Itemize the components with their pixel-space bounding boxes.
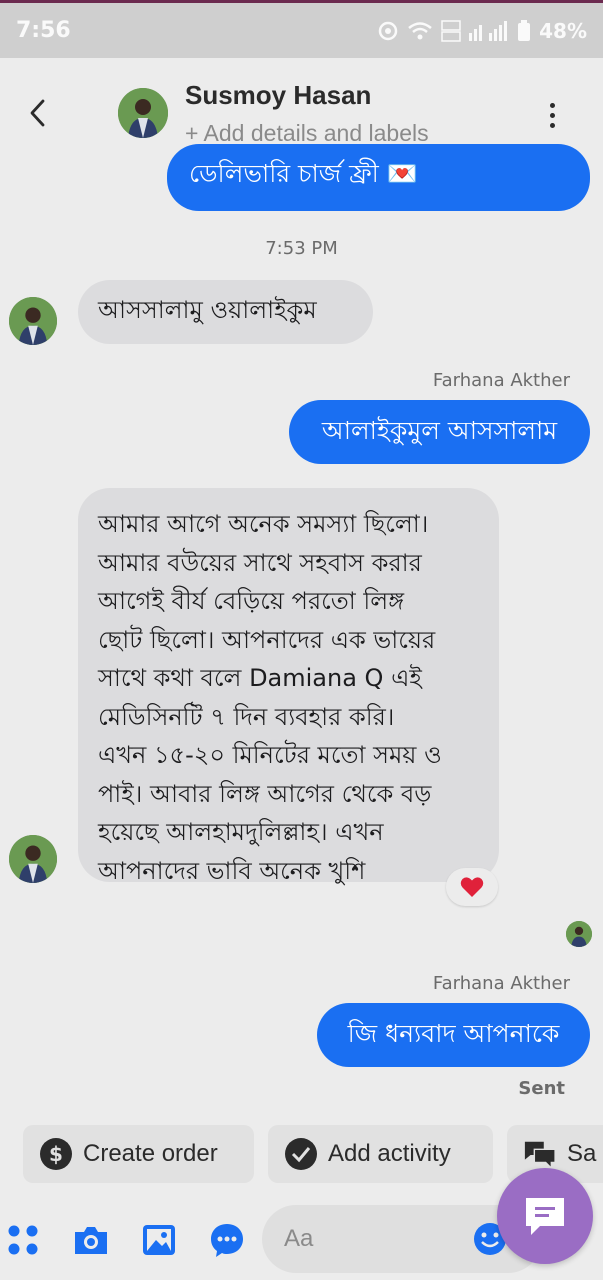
message-line: ছোট ছিলো। আপনাদের এক ভায়ের	[98, 625, 436, 654]
sent-status: Sent	[518, 1078, 565, 1099]
status-icons: 48%	[377, 19, 587, 43]
message-line: পাই। আবার লিঙ্গ আগের থেকে বড়	[98, 779, 432, 808]
signal-icon	[469, 20, 509, 41]
heart-icon	[460, 877, 484, 897]
outgoing-message[interactable]: জি ধন্যবাদ আপনাকে	[317, 1003, 590, 1067]
heart-reaction[interactable]	[446, 868, 498, 906]
message-icon	[526, 1198, 564, 1235]
apps-grid-icon[interactable]	[4, 1221, 42, 1259]
outgoing-message-clipped[interactable]: ডেলিভারি চার্জ ফ্রী 💌	[167, 144, 590, 211]
gallery-icon[interactable]	[140, 1221, 178, 1259]
chip-label: Sa	[567, 1140, 597, 1167]
message-line: আগেই বীর্য বেড়িয়ে পরতো লিঙ্গ	[98, 587, 405, 615]
sender-label: Farhana Akther	[432, 370, 570, 391]
create-order-button[interactable]: $ Create order	[23, 1125, 254, 1183]
sender-avatar[interactable]	[9, 835, 57, 883]
sender-label: Farhana Akther	[432, 973, 570, 994]
check-circle-icon	[284, 1137, 318, 1171]
battery-icon	[517, 19, 531, 42]
dollar-icon: $	[39, 1137, 73, 1171]
status-bar: 7:56 48%	[0, 0, 603, 58]
add-details-link[interactable]: + Add details and labels	[185, 120, 429, 147]
message-line: আমার বউয়ের সাথে সহবাস করার	[98, 548, 422, 577]
message-line: এখন ১৫-২০ মিনিটের মতো সময় ও	[98, 741, 442, 769]
message-text: আসসালামু ওয়ালাইকুম	[98, 296, 317, 324]
more-options-icon[interactable]	[540, 98, 564, 132]
message-line: আমার আগে অনেক সমস্যা ছিলো।	[98, 510, 429, 538]
chip-label: Create order	[83, 1140, 218, 1167]
add-activity-button[interactable]: Add activity	[268, 1125, 493, 1183]
sender-avatar[interactable]	[9, 297, 57, 345]
message-thread: ডেলিভারি চার্জ ফ্রী 💌 7:53 PM আসসালামু ও…	[0, 144, 603, 1118]
message-line: মেডিসিনটি ৭ দিন ব্যবহার করি।	[98, 702, 395, 731]
message-line: হয়েছে আলহামদুলিল্লাহ। এখন	[98, 818, 384, 846]
incoming-message[interactable]: আসসালামু ওয়ালাইকুম	[78, 280, 373, 344]
message-line: আপনাদের ভাবি অনেক খুশি	[98, 856, 366, 885]
camera-icon[interactable]	[72, 1221, 110, 1259]
chat-bubbles-icon	[523, 1137, 557, 1171]
battery-level: 48%	[539, 18, 587, 43]
message-timestamp: 7:53 PM	[265, 238, 338, 259]
status-time: 7:56	[16, 18, 71, 43]
message-input[interactable]	[284, 1219, 474, 1259]
seen-avatar	[566, 921, 592, 947]
message-line: সাথে কথা বলে Damiana Q এই	[98, 664, 422, 692]
contact-name[interactable]: Susmoy Hasan	[185, 80, 371, 111]
sync-icon	[377, 20, 399, 42]
incoming-message-long[interactable]: আমার আগে অনেক সমস্যা ছিলো। আমার বউয়ের স…	[78, 488, 499, 885]
back-arrow-icon[interactable]	[22, 96, 52, 130]
chat-options-icon[interactable]	[208, 1221, 246, 1259]
contact-avatar[interactable]	[118, 88, 168, 138]
outgoing-message[interactable]: আলাইকুমুল আসসালাম	[289, 400, 590, 464]
chip-label: Add activity	[328, 1140, 451, 1167]
volte-icon	[441, 19, 461, 42]
message-text: ডেলিভারি চার্জ ফ্রী 💌	[189, 159, 418, 188]
message-text: আলাইকুমুল আসসালাম	[321, 415, 558, 445]
svg-text:$: $	[49, 1142, 63, 1166]
message-text: জি ধন্যবাদ আপনাকে	[347, 1018, 560, 1048]
floating-chat-button[interactable]	[497, 1168, 593, 1264]
quick-actions-bar: $ Create order Add activity Sa	[0, 1125, 603, 1185]
wifi-icon	[407, 21, 433, 41]
